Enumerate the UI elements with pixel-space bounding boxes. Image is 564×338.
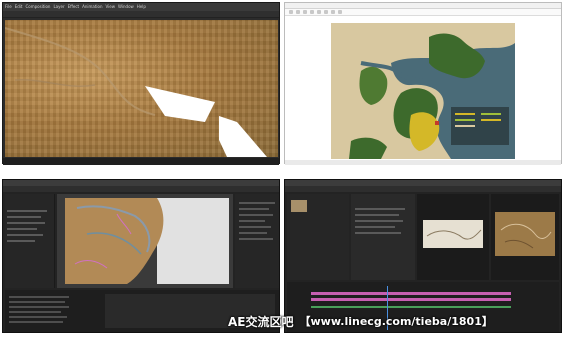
project-item[interactable]: [7, 228, 37, 230]
program-frame: [495, 212, 555, 256]
composition-panel[interactable]: [57, 194, 233, 288]
tool-button[interactable]: [289, 10, 293, 14]
effect-item[interactable]: [239, 226, 271, 228]
tool-button[interactable]: [338, 10, 342, 14]
effect-controls-panel[interactable]: [351, 194, 415, 280]
ae-window-top: File Edit Composition Layer Effect Anima…: [2, 2, 280, 165]
layer-row[interactable]: [9, 296, 69, 298]
map-preview-window: [284, 2, 562, 165]
effect-item[interactable]: [239, 208, 269, 210]
comp-artwork: [57, 194, 233, 288]
menu-item[interactable]: Help: [137, 4, 146, 10]
layer-row[interactable]: [9, 301, 65, 303]
premiere-window: [284, 179, 562, 333]
watermark-url: 【www.linecg.com/tieba/1801】: [299, 315, 493, 328]
tool-button[interactable]: [303, 10, 307, 14]
ae-status-bar: [3, 158, 279, 165]
ae-window-bottom: [2, 179, 280, 333]
source-frame: [423, 220, 483, 248]
layer-row[interactable]: [9, 316, 67, 318]
tool-button[interactable]: [324, 10, 328, 14]
pr-toolbar[interactable]: [285, 186, 561, 192]
effect-item[interactable]: [239, 220, 265, 222]
clip-track-pink[interactable]: [311, 298, 511, 301]
menu-item[interactable]: Window: [118, 4, 134, 10]
clip-thumbnail[interactable]: [291, 200, 307, 212]
menu-item[interactable]: File: [5, 4, 12, 10]
project-item[interactable]: [7, 222, 45, 224]
audio-track[interactable]: [311, 306, 511, 308]
layer-row[interactable]: [9, 306, 69, 308]
tool-button[interactable]: [310, 10, 314, 14]
ae-menu-bar: File Edit Composition Layer Effect Anima…: [5, 4, 146, 10]
tool-button[interactable]: [331, 10, 335, 14]
map-artwork: [331, 23, 515, 159]
effect-item[interactable]: [239, 238, 273, 240]
project-item[interactable]: [7, 234, 43, 236]
source-monitor[interactable]: [417, 194, 489, 280]
watermark: AE交流区吧 【www.linecg.com/tieba/1801】: [228, 313, 564, 329]
map-status-bar: [285, 160, 561, 165]
menu-item[interactable]: Edit: [15, 4, 23, 10]
layer-row[interactable]: [9, 321, 63, 323]
ae2-toolbar[interactable]: [3, 186, 279, 192]
project-item[interactable]: [7, 240, 35, 242]
viewer-artwork: [5, 27, 267, 157]
tool-button[interactable]: [296, 10, 300, 14]
effect-item[interactable]: [239, 202, 275, 204]
map-canvas: [331, 23, 515, 159]
tool-button[interactable]: [317, 10, 321, 14]
composition-viewer[interactable]: [5, 20, 278, 157]
menu-item[interactable]: Composition: [25, 4, 50, 10]
map-toolbar[interactable]: [285, 9, 561, 16]
effect-item[interactable]: [239, 232, 267, 234]
map-marker-icon: [435, 121, 439, 125]
menu-item[interactable]: View: [106, 4, 116, 10]
effect-item[interactable]: [239, 214, 273, 216]
menu-item[interactable]: Animation: [82, 4, 102, 10]
menu-item[interactable]: Layer: [53, 4, 64, 10]
viewer-white-shape: [145, 86, 215, 122]
clip-track-pink[interactable]: [311, 292, 511, 295]
viewer-white-shape-2: [219, 116, 267, 157]
menu-item[interactable]: Effect: [68, 4, 80, 10]
project-item[interactable]: [7, 216, 41, 218]
watermark-title: AE交流区吧: [228, 314, 294, 329]
project-item[interactable]: [7, 210, 47, 212]
layer-row[interactable]: [9, 311, 61, 313]
ae-toolbar[interactable]: [3, 11, 279, 18]
media-browser-panel[interactable]: [287, 194, 349, 280]
program-monitor[interactable]: [491, 194, 559, 280]
